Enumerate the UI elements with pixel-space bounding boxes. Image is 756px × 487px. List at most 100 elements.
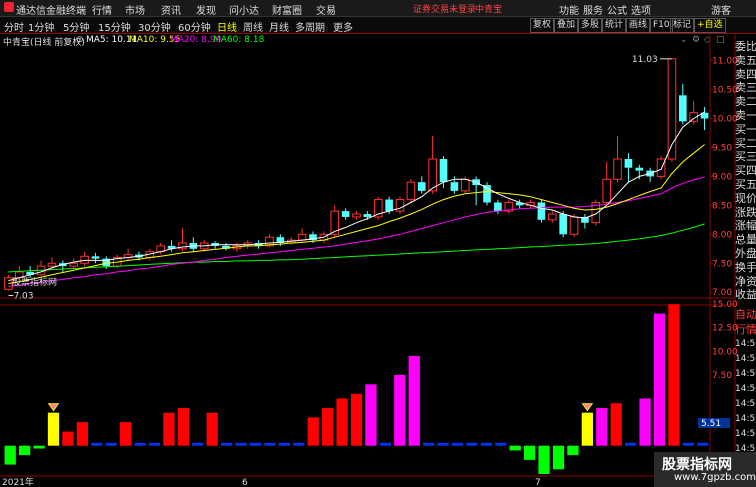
x-label-july: 7 bbox=[535, 478, 541, 487]
candle-body bbox=[91, 256, 100, 259]
candle-body bbox=[47, 262, 57, 267]
order-book-label: 买三 bbox=[735, 150, 756, 164]
indicator-bar bbox=[148, 442, 161, 446]
tick-time-label: 14:50 bbox=[735, 399, 756, 409]
indicator-bar bbox=[192, 442, 204, 446]
ma5-line bbox=[8, 111, 705, 282]
tick-time-label: 14:50 bbox=[735, 369, 756, 379]
price-axis: 7.007.508.008.509.009.5010.0010.5011.00 bbox=[710, 57, 738, 298]
tick-time-label: 行情 bbox=[735, 323, 756, 336]
order-book-label: 总量 bbox=[735, 233, 756, 247]
tick-time-label: 14:50 bbox=[735, 354, 756, 364]
candle-body bbox=[602, 178, 611, 203]
price-tick-label: 8.50 bbox=[712, 201, 732, 211]
current-value: 5.51 bbox=[701, 419, 721, 429]
signal-marker-icon bbox=[47, 403, 60, 412]
candle-body bbox=[439, 159, 448, 183]
candle-body bbox=[341, 211, 350, 217]
candle-body bbox=[80, 255, 89, 264]
candle-body bbox=[460, 178, 470, 192]
indicator-bar bbox=[76, 422, 88, 446]
candle-body bbox=[297, 233, 307, 241]
candle-body bbox=[363, 214, 372, 217]
indicator-bar bbox=[596, 407, 608, 446]
indicator-bar bbox=[278, 442, 290, 446]
indicator-bar bbox=[365, 384, 377, 446]
indicator-bar bbox=[4, 445, 16, 465]
indicator-bar bbox=[134, 442, 146, 446]
ma-lines bbox=[8, 58, 705, 296]
chart-canvas[interactable]: 15.0012.5010.007.50 7.00 7.50 8.00 8.50 9.00… bbox=[0, 0, 756, 487]
candlestick-series bbox=[4, 58, 709, 291]
indicator-bar bbox=[408, 356, 420, 446]
indicator-bar bbox=[379, 442, 391, 446]
order-book-label: 卖四 bbox=[735, 67, 756, 81]
indicator-bar bbox=[653, 313, 666, 446]
candle-body bbox=[635, 167, 644, 171]
indicator-bar bbox=[62, 431, 74, 446]
high-annotation: 11.03 bbox=[632, 55, 658, 65]
x-label-june: 6 bbox=[242, 478, 248, 487]
indicator-bar bbox=[120, 422, 132, 446]
order-book-label: 买一 bbox=[735, 122, 756, 136]
indicator-bar bbox=[423, 442, 435, 446]
candle-body bbox=[569, 216, 579, 235]
indicator-bar bbox=[567, 445, 579, 456]
indicator-bar bbox=[509, 445, 521, 451]
indicator-bar bbox=[538, 445, 550, 474]
indicator-bar bbox=[682, 442, 694, 446]
indicator-bar bbox=[163, 412, 175, 446]
order-book-label: 卖三 bbox=[735, 81, 756, 95]
low-annotation: 7.03 bbox=[13, 291, 33, 301]
watermark-title: 股票指标网 bbox=[662, 457, 732, 473]
tick-time-label: 14:50 bbox=[735, 414, 756, 424]
order-book-panel: 委比 卖五 卖四 卖三 卖二 卖一 买一 买二 买三 买四 买五 现价 涨跌 涨幅 总量 外盘 换手 净资 收益 bbox=[735, 36, 756, 306]
indicator-bar bbox=[336, 398, 348, 446]
indicator-bar bbox=[235, 442, 247, 446]
order-book-label: 委比 bbox=[735, 40, 756, 53]
indicator-bar bbox=[350, 393, 363, 446]
indicator-bar bbox=[668, 304, 680, 446]
candle-body bbox=[624, 159, 633, 168]
order-book-label: 净资 bbox=[735, 274, 756, 288]
order-book-label: 卖二 bbox=[735, 95, 756, 109]
order-book-label: 现价 bbox=[735, 191, 756, 205]
candle-body bbox=[537, 202, 546, 220]
price-tick-label: 9.00 bbox=[712, 172, 732, 182]
order-book-label: 涨幅 bbox=[735, 219, 756, 233]
candle-body bbox=[69, 262, 79, 267]
indicator-bar bbox=[639, 398, 651, 446]
indicator-bar bbox=[625, 442, 637, 446]
indicator-bar bbox=[552, 445, 565, 470]
price-tick-label: 7.50 bbox=[712, 259, 732, 269]
candle-body bbox=[494, 202, 502, 212]
indicator-bar bbox=[293, 442, 305, 446]
indicator-bar bbox=[91, 442, 103, 446]
candle-body bbox=[352, 213, 361, 218]
candle-body bbox=[450, 182, 459, 191]
indicator-bars: 15.0012.5010.007.50 bbox=[4, 300, 738, 474]
order-book-label: 卖五 bbox=[735, 53, 756, 67]
indicator-bar bbox=[47, 412, 60, 446]
candle-body bbox=[547, 213, 557, 221]
tick-time-label: 14:50 bbox=[735, 384, 756, 394]
indicator-bar bbox=[437, 442, 449, 446]
indicator-bar bbox=[697, 442, 709, 446]
watermark-url: www.7gpzb.com bbox=[674, 472, 756, 483]
order-book-label: 涨跌 bbox=[735, 205, 756, 219]
candle-body bbox=[417, 182, 426, 191]
candle-body bbox=[385, 199, 393, 212]
tick-time-label: 14:50 bbox=[735, 429, 756, 439]
candle-body bbox=[613, 158, 622, 180]
indicator-bar bbox=[221, 442, 233, 446]
x-label-year: 2021年 bbox=[2, 476, 34, 487]
indicator-bar bbox=[466, 442, 478, 446]
indicator-bar bbox=[394, 374, 406, 446]
order-book-label: 卖一 bbox=[735, 109, 756, 122]
indicator-bar bbox=[249, 442, 262, 446]
price-tick-label: 8.00 bbox=[712, 230, 732, 240]
indicator-bar bbox=[451, 442, 464, 446]
signal-marker-icon bbox=[581, 403, 594, 412]
order-book-label: 买四 bbox=[735, 164, 756, 178]
tick-time-label: 自动 bbox=[735, 308, 756, 321]
